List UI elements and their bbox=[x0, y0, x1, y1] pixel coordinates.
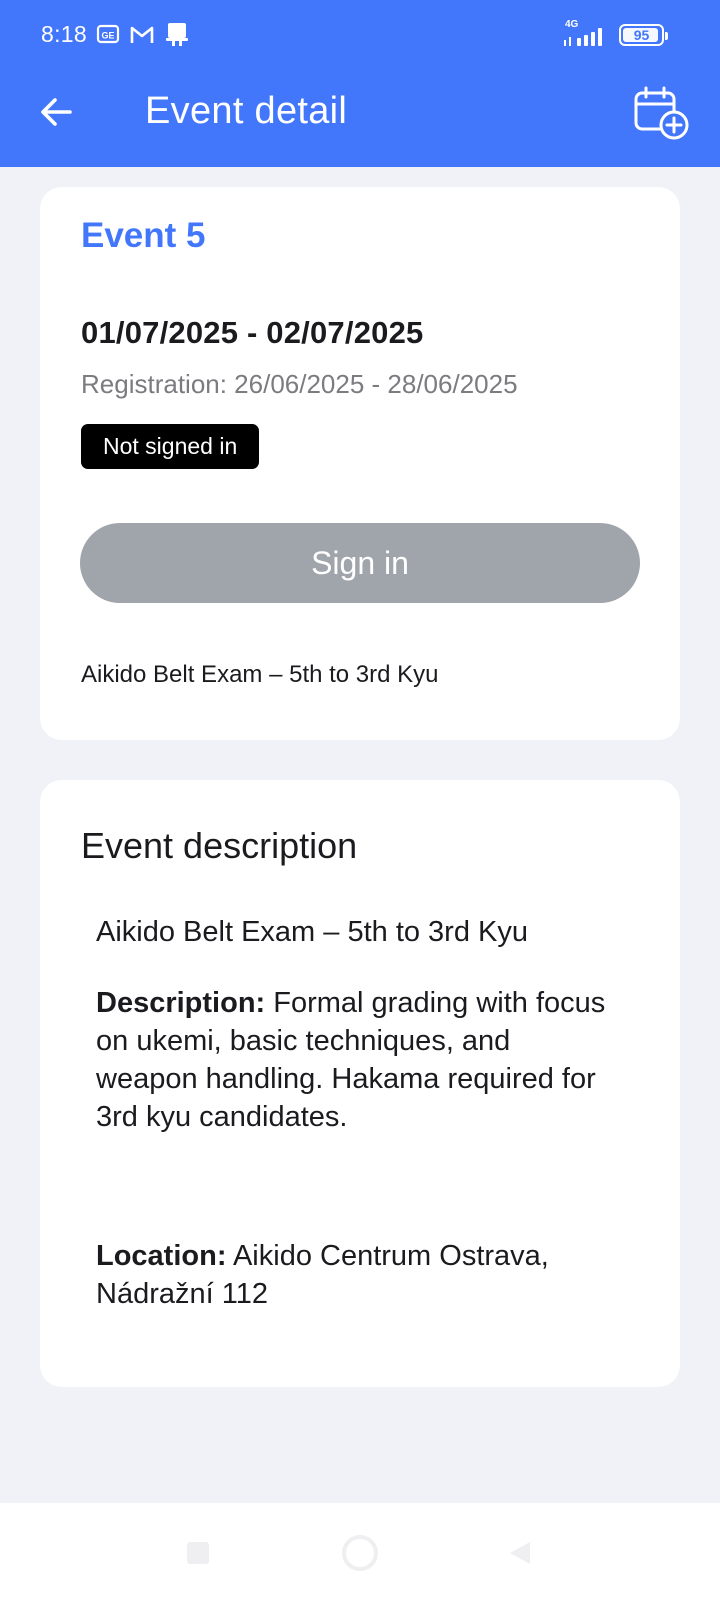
description-heading: Event description bbox=[81, 825, 358, 866]
signal-icon: 4G bbox=[561, 19, 611, 50]
home-button[interactable] bbox=[340, 1533, 380, 1573]
description-title: Aikido Belt Exam – 5th to 3rd Kyu bbox=[96, 916, 528, 948]
svg-text:GE: GE bbox=[101, 31, 114, 41]
location-label: Location: bbox=[96, 1240, 227, 1272]
sign-in-button[interactable]: Sign in bbox=[80, 523, 640, 603]
notification-icon bbox=[164, 20, 190, 55]
back-button[interactable] bbox=[30, 86, 82, 138]
calendar-add-icon bbox=[634, 86, 689, 140]
toolbar: Event detail bbox=[0, 78, 720, 150]
arrow-back-icon bbox=[41, 98, 72, 126]
description-label: Description: bbox=[96, 987, 266, 1019]
sim-icon: GE bbox=[96, 20, 120, 55]
back-icon bbox=[510, 1542, 530, 1564]
status-right-cluster: 4G 95 bbox=[561, 19, 668, 50]
event-short-description: Aikido Belt Exam – 5th to 3rd Kyu bbox=[81, 661, 439, 688]
nav-back-button[interactable] bbox=[500, 1533, 540, 1573]
battery-tip bbox=[665, 32, 668, 40]
recent-apps-icon bbox=[187, 1542, 209, 1564]
event-description-card: Event description Aikido Belt Exam – 5th… bbox=[40, 780, 680, 1387]
recent-apps-button[interactable] bbox=[178, 1533, 218, 1573]
gmail-icon bbox=[129, 20, 155, 55]
app-header: 8:18 GE 4G 95 Event detail bbox=[0, 0, 720, 167]
system-nav-bar bbox=[0, 1503, 720, 1600]
status-time: 8:18 bbox=[41, 21, 87, 47]
description-paragraph: Description: Formal grading with focus o… bbox=[96, 984, 616, 1136]
battery-icon: 95 bbox=[619, 24, 668, 46]
status-badge: Not signed in bbox=[81, 424, 260, 469]
event-name: Event 5 bbox=[81, 216, 206, 255]
add-to-calendar-button[interactable] bbox=[630, 83, 692, 143]
event-summary-card: Event 5 01/07/2025 - 02/07/2025 Registra… bbox=[40, 187, 680, 740]
event-dates: 01/07/2025 - 02/07/2025 bbox=[81, 315, 424, 350]
battery-level: 95 bbox=[633, 27, 650, 43]
location-paragraph: Location: Aikido Centrum Ostrava, Nádraž… bbox=[96, 1237, 616, 1313]
status-bar: 8:18 GE 4G 95 bbox=[0, 0, 720, 70]
registration-period: Registration: 26/06/2025 - 28/06/2025 bbox=[81, 369, 518, 399]
home-icon bbox=[342, 1535, 378, 1571]
page-title: Event detail bbox=[145, 90, 348, 132]
